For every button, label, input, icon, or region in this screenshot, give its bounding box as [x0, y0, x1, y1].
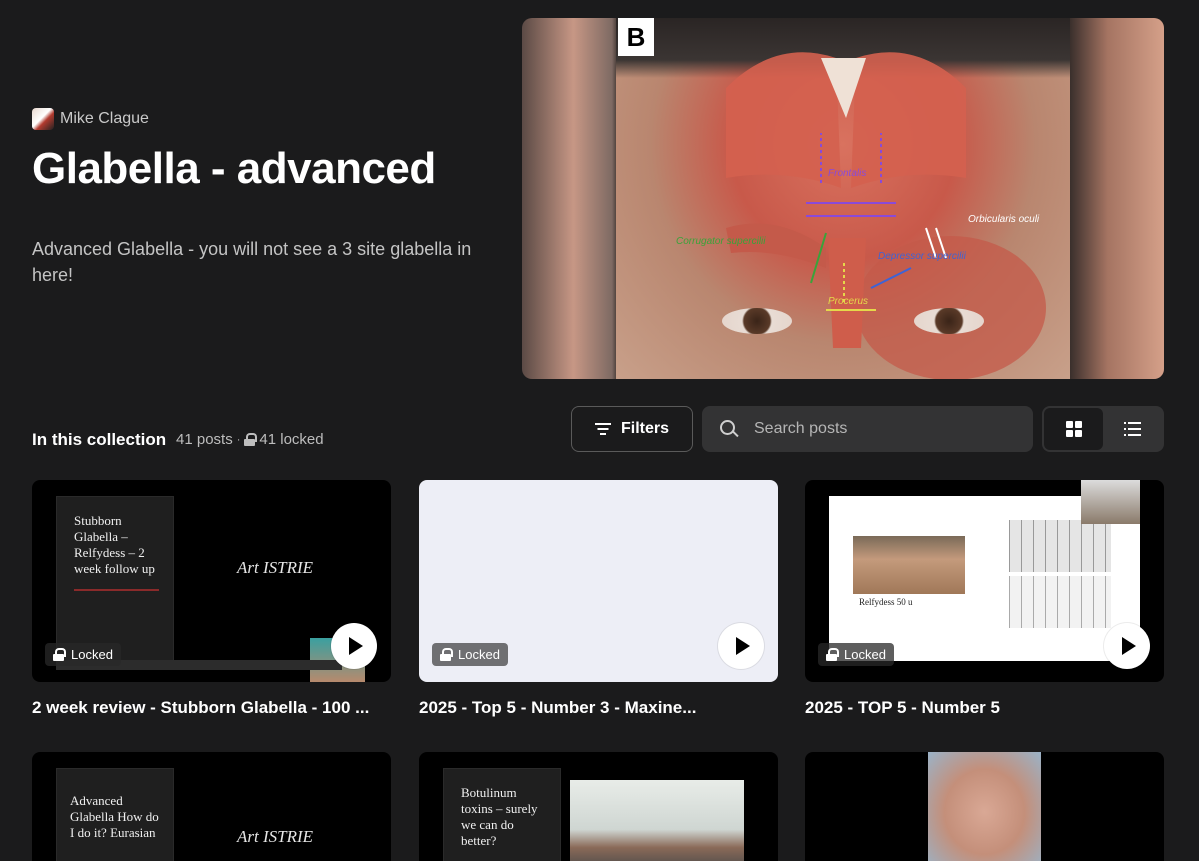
play-button[interactable] — [331, 623, 377, 669]
locked-badge-label: Locked — [71, 647, 113, 662]
play-button[interactable] — [1104, 623, 1150, 669]
logo-text: Art ISTRIE — [237, 827, 314, 846]
grid-icon — [1065, 421, 1082, 437]
post-card[interactable]: Stubborn Glabella – Relfydess – 2 week f… — [32, 480, 391, 718]
post-thumbnail[interactable]: Relfydess 50 u Locked — [805, 480, 1164, 682]
author-avatar — [32, 108, 54, 130]
post-card[interactable]: Relfydess 50 u Locked 2025 - TOP 5 - Num… — [805, 480, 1164, 718]
view-toggle — [1042, 406, 1164, 452]
patient-photo — [928, 752, 1041, 861]
collection-title: Glabella - advanced — [32, 144, 436, 193]
post-thumbnail[interactable]: Stubborn Glabella – Relfydess – 2 week f… — [32, 480, 391, 682]
lock-icon — [244, 433, 258, 446]
locked-badge: Locked — [432, 643, 508, 666]
filters-button[interactable]: Filters — [571, 406, 693, 452]
post-thumbnail[interactable]: Advanced Glabella How do I do it? Eurasi… — [32, 752, 391, 861]
post-title[interactable]: 2 week review - Stubborn Glabella - 100 … — [32, 698, 391, 718]
post-card[interactable]: Botulinum toxins – surely we can do bett… — [419, 752, 778, 861]
lock-icon — [440, 648, 453, 661]
slide-diagram-bottom — [1009, 576, 1111, 628]
post-card[interactable] — [805, 752, 1164, 861]
slide-caption: Relfydess 50 u — [859, 597, 913, 607]
meta-separator: · — [236, 433, 241, 446]
slide-text: Stubborn Glabella – Relfydess – 2 week f… — [74, 513, 155, 576]
slide-text: Advanced Glabella How do I do it? Eurasi… — [70, 793, 159, 840]
author-row[interactable]: Mike Clague — [32, 108, 149, 130]
post-title[interactable]: 2025 - Top 5 - Number 3 - Maxine... — [419, 698, 778, 718]
search-input[interactable] — [754, 420, 1014, 438]
lock-icon — [826, 648, 839, 661]
hero-left-eye — [722, 308, 792, 334]
author-name[interactable]: Mike Clague — [60, 110, 149, 128]
post-thumbnail[interactable]: Botulinum toxins – surely we can do bett… — [419, 752, 778, 861]
list-view-button[interactable] — [1103, 408, 1162, 450]
play-button[interactable] — [718, 623, 764, 669]
collection-section-label: In this collection — [32, 430, 167, 449]
hero-right-edge — [1070, 18, 1164, 379]
label-depressor: Depressor supercilii — [878, 251, 966, 262]
filter-icon — [594, 423, 611, 435]
logo-text: Art ISTRIE — [237, 558, 314, 577]
post-card[interactable]: Advanced Glabella How do I do it? Eurasi… — [32, 752, 391, 861]
post-thumbnail[interactable]: Locked — [419, 480, 778, 682]
presenter-video — [570, 780, 744, 861]
label-procerus: Procerus — [828, 296, 869, 307]
search-icon — [720, 420, 738, 438]
hero-panel-letter: B — [618, 18, 654, 56]
post-title[interactable]: 2025 - TOP 5 - Number 5 — [805, 698, 1164, 718]
hero-image: B Frontalis Orbicularis oculi Corrugator… — [522, 18, 1164, 379]
locked-badge-label: Locked — [844, 647, 886, 662]
presenter-video — [1081, 480, 1140, 524]
post-thumbnail[interactable] — [805, 752, 1164, 861]
locked-badge: Locked — [818, 643, 894, 666]
label-orbicularis: Orbicularis oculi — [968, 214, 1040, 225]
search-bar[interactable] — [702, 406, 1033, 452]
label-corrugator: Corrugator supercilii — [676, 236, 766, 247]
slide-diagram-top — [1009, 520, 1111, 572]
collection-description: Advanced Glabella - you will not see a 3… — [32, 239, 472, 285]
hero-right-eye — [914, 308, 984, 334]
label-frontalis: Frontalis — [828, 168, 867, 179]
grid-view-button[interactable] — [1044, 408, 1103, 450]
filters-label: Filters — [620, 420, 669, 437]
lock-icon — [53, 648, 66, 661]
locked-count: 41 locked — [259, 431, 324, 448]
post-card[interactable]: Locked 2025 - Top 5 - Number 3 - Maxine.… — [419, 480, 778, 718]
collection-meta: 41 posts · 41 locked — [176, 431, 324, 448]
slide-photo — [853, 536, 965, 594]
locked-badge: Locked — [45, 643, 121, 666]
posts-count: 41 posts — [176, 431, 233, 448]
locked-badge-label: Locked — [458, 647, 500, 662]
list-icon — [1124, 422, 1141, 436]
muscle-illustration — [726, 52, 1046, 379]
slide-text: Botulinum toxins – surely we can do bett… — [461, 785, 538, 848]
slide-divider — [74, 589, 159, 591]
